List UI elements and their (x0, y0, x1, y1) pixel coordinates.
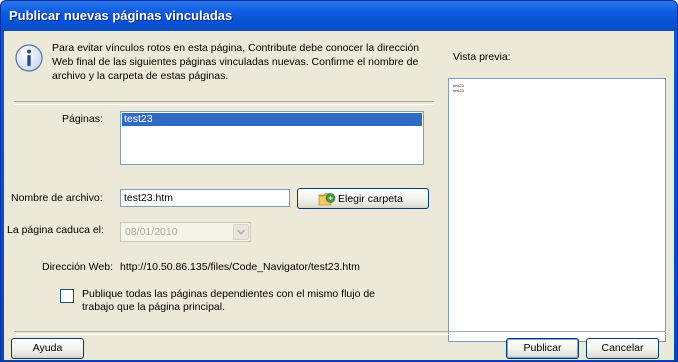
choose-folder-label: Elegir carpeta (338, 193, 403, 205)
preview-pane: test23 test23 (448, 78, 666, 342)
workflow-checkbox[interactable] (60, 289, 74, 303)
publish-button-label: Publicar (523, 342, 562, 354)
cancel-button-label: Cancelar (601, 342, 644, 354)
dialog-body: Para evitar vínculos rotos en esta págin… (4, 31, 674, 360)
pages-label: Páginas: (62, 113, 103, 125)
dialog-window: Publicar nuevas páginas vinculadas Para … (0, 0, 678, 362)
help-button[interactable]: Ayuda (11, 338, 84, 359)
publish-button[interactable]: Publicar (506, 338, 579, 359)
expiry-dropdown-button[interactable] (233, 224, 249, 240)
help-button-label: Ayuda (32, 342, 63, 354)
preview-label: Vista previa: (453, 51, 511, 63)
title-bar[interactable]: Publicar nuevas páginas vinculadas (1, 1, 677, 31)
pages-list-item[interactable]: test23 (122, 113, 422, 126)
divider-top (14, 101, 434, 105)
divider-bottom (14, 331, 666, 335)
expiry-date-combo[interactable]: 08/01/2010 (120, 222, 251, 242)
filename-input[interactable]: test23.htm (120, 189, 290, 207)
pages-listbox[interactable]: test23 (120, 111, 424, 165)
web-address-label: Dirección Web: (42, 261, 113, 273)
info-message: Para evitar vínculos rotos en esta págin… (52, 42, 420, 82)
info-icon (15, 44, 43, 72)
workflow-checkbox-label[interactable]: Publique todas las páginas dependientes … (82, 288, 392, 314)
cancel-button[interactable]: Cancelar (586, 338, 659, 359)
filename-label: Nombre de archivo: (11, 192, 103, 204)
folder-icon (318, 193, 336, 206)
chevron-down-icon (237, 229, 245, 235)
expiry-date-value: 08/01/2010 (125, 226, 178, 238)
choose-folder-button[interactable]: Elegir carpeta (297, 188, 429, 209)
preview-line: test23 (453, 88, 464, 93)
dialog-title: Publicar nuevas páginas vinculadas (9, 8, 233, 23)
expiry-label: La página caduca el: (7, 224, 104, 236)
web-address-value: http://10.50.86.135/files/Code_Navigator… (120, 261, 360, 273)
